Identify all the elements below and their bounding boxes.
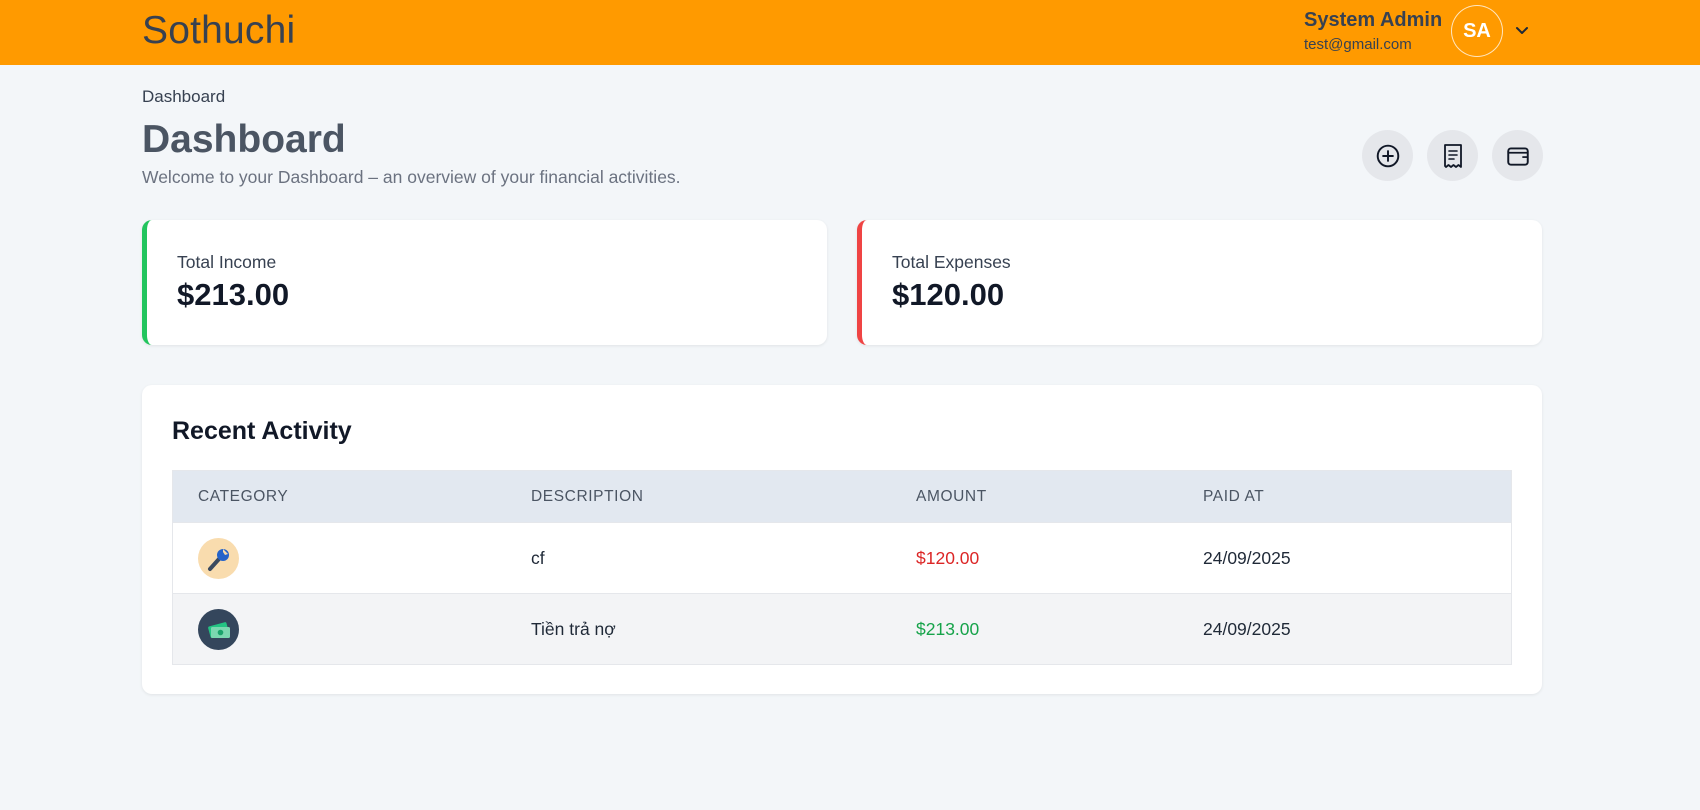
table-row[interactable]: Tiền trả nợ $213.00 24/09/2025 [173, 593, 1511, 664]
wallet-button[interactable] [1492, 130, 1543, 181]
page-subtitle: Welcome to your Dashboard – an overview … [142, 167, 681, 187]
stat-value: $120.00 [892, 277, 1005, 312]
row-paid-at: 24/09/2025 [1203, 619, 1291, 639]
row-description: cf [531, 548, 545, 568]
total-expenses-card: Total Expenses $120.00 [857, 220, 1542, 345]
stat-label: Total Expenses [892, 252, 1011, 272]
column-header[interactable]: CATEGORY [198, 488, 288, 506]
top-navbar: Sothuchi System Admin test@gmail.com SA [0, 0, 1700, 65]
row-description: Tiền trả nợ [531, 619, 616, 639]
money-icon [198, 609, 239, 650]
column-header[interactable]: PAID AT [1203, 488, 1264, 506]
receipt-icon [1443, 143, 1462, 168]
row-amount: $213.00 [916, 619, 980, 639]
section-title: Recent Activity [172, 417, 352, 445]
user-info[interactable]: System Admin test@gmail.com [1304, 8, 1442, 53]
recent-activity-panel: Recent Activity CATEGORY DESCRIPTION AMO… [142, 385, 1542, 694]
brand-logo[interactable]: Sothuchi [142, 9, 295, 53]
wallet-icon [1506, 146, 1529, 166]
column-header[interactable]: DESCRIPTION [531, 488, 644, 506]
user-email: test@gmail.com [1304, 36, 1412, 53]
activity-table: CATEGORY DESCRIPTION AMOUNT PAID AT cf $… [172, 470, 1512, 665]
add-transaction-button[interactable] [1362, 130, 1413, 181]
table-row[interactable]: cf $120.00 24/09/2025 [173, 522, 1511, 593]
breadcrumb[interactable]: Dashboard [142, 87, 225, 107]
chevron-down-icon[interactable] [1512, 20, 1532, 40]
column-header[interactable]: AMOUNT [916, 488, 987, 506]
page-title: Dashboard [142, 118, 346, 161]
plus-circle-icon [1376, 144, 1399, 167]
stat-value: $213.00 [177, 277, 290, 312]
row-paid-at: 24/09/2025 [1203, 548, 1291, 568]
receipts-button[interactable] [1427, 130, 1478, 181]
total-income-card: Total Income $213.00 [142, 220, 827, 345]
wrench-icon [198, 538, 239, 579]
row-amount: $120.00 [916, 548, 980, 568]
user-name: System Admin [1304, 9, 1443, 31]
avatar[interactable]: SA [1451, 5, 1503, 57]
stat-label: Total Income [177, 252, 277, 272]
table-header: CATEGORY DESCRIPTION AMOUNT PAID AT [173, 471, 1511, 522]
